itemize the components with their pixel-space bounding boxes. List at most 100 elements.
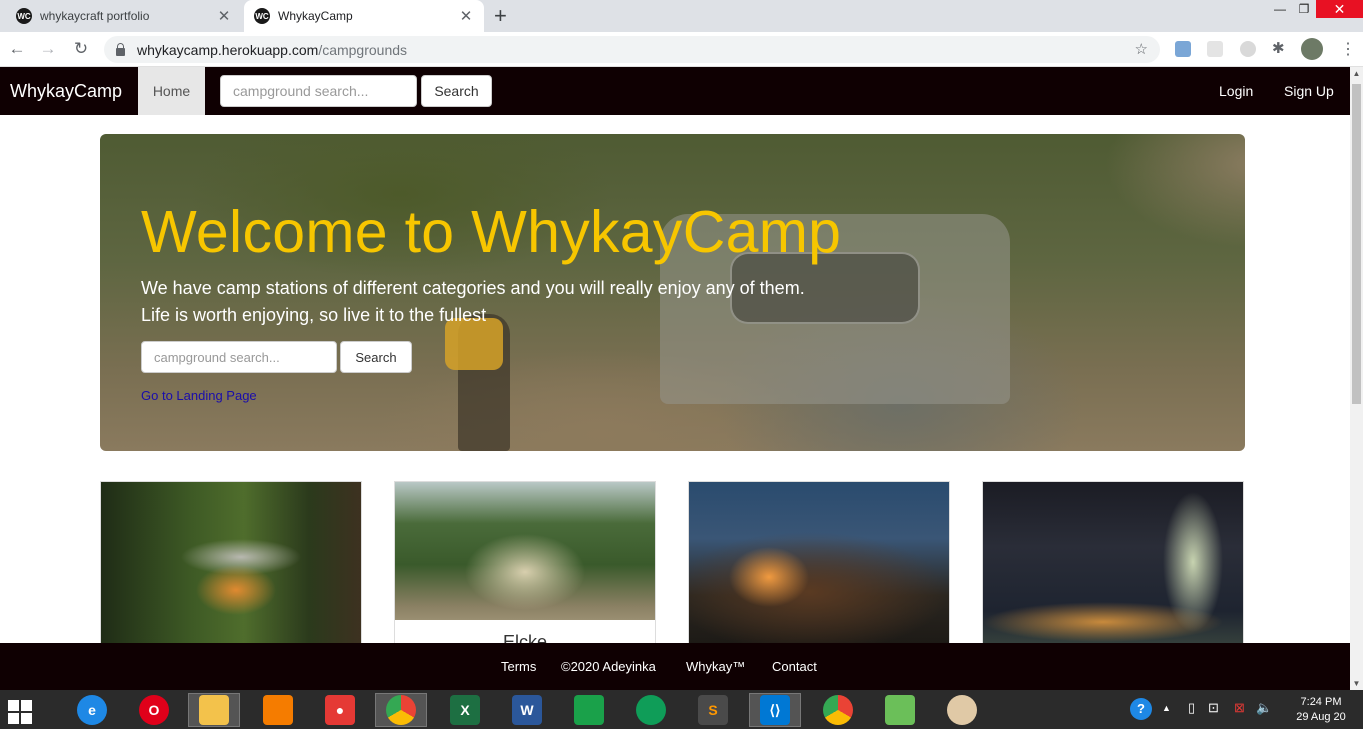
- tab-close-icon[interactable]: ✕: [458, 7, 474, 25]
- browser-tab-portfolio[interactable]: WC whykaycraft portfolio ✕: [6, 0, 242, 32]
- tab-favicon-icon: WC: [16, 8, 32, 24]
- footer-contact-link[interactable]: Contact: [772, 659, 817, 674]
- scroll-up-icon[interactable]: ▲: [1350, 67, 1363, 80]
- browser-menu-icon[interactable]: ⋮: [1340, 39, 1356, 58]
- campground-card[interactable]: [100, 481, 362, 651]
- forward-arrow-icon[interactable]: →: [37, 38, 59, 60]
- window-close-button[interactable]: ✕: [1316, 0, 1363, 18]
- folder-icon: [199, 695, 229, 725]
- campground-image[interactable]: [983, 482, 1243, 644]
- taskbar-app-excel[interactable]: X: [439, 693, 491, 727]
- windows-start-icon[interactable]: [8, 700, 32, 724]
- address-bar[interactable]: whykaycamp.herokuapp.com/campgrounds ☆: [104, 36, 1160, 63]
- taskbar-app-store[interactable]: [563, 693, 615, 727]
- campground-image[interactable]: [689, 482, 949, 644]
- store-icon: [574, 695, 604, 725]
- no-connection-icon[interactable]: ⊠: [1234, 700, 1245, 716]
- window-maximize-button[interactable]: ❐: [1292, 0, 1316, 18]
- extension-icon[interactable]: [1207, 41, 1223, 57]
- landing-page-link[interactable]: Go to Landing Page: [141, 388, 257, 403]
- taskbar-app-excel-viewer[interactable]: [874, 693, 926, 727]
- hero-search-input[interactable]: [141, 341, 337, 373]
- sublime-icon: S: [698, 695, 728, 725]
- puzzle-extensions-icon[interactable]: ✱: [1272, 39, 1288, 57]
- taskbar-app-paint[interactable]: [936, 693, 988, 727]
- chrome-dev-icon: [823, 695, 853, 725]
- tab-title: WhykayCamp: [278, 9, 353, 23]
- url-path: /campgrounds: [318, 41, 408, 58]
- bookmark-star-icon[interactable]: ☆: [1135, 40, 1148, 58]
- tray-expand-icon[interactable]: ▲: [1162, 703, 1171, 713]
- nav-login-link[interactable]: Login: [1219, 83, 1253, 99]
- campground-image[interactable]: [395, 482, 655, 620]
- network-icon[interactable]: ⊡: [1208, 700, 1219, 716]
- campground-image[interactable]: [101, 482, 361, 644]
- reload-icon[interactable]: ↻: [70, 38, 92, 60]
- excel-icon: X: [450, 695, 480, 725]
- window-minimize-button[interactable]: —: [1268, 0, 1292, 18]
- taskbar-clock[interactable]: 7:24 PM 29 Aug 20: [1286, 695, 1356, 725]
- tab-close-icon[interactable]: ✕: [216, 7, 232, 25]
- taskbar-app-internet-explorer[interactable]: e: [66, 693, 118, 727]
- hero-lead-line: We have camp stations of different categ…: [141, 278, 805, 298]
- hero-title: Welcome to WhykayCamp: [141, 199, 842, 265]
- url-host: whykaycamp.herokuapp.com: [137, 41, 319, 58]
- campground-card[interactable]: [688, 481, 950, 651]
- navbar-search-input[interactable]: [220, 75, 417, 107]
- taskbar-app-chrome[interactable]: [375, 693, 427, 727]
- footer-terms-link[interactable]: Terms: [501, 659, 536, 674]
- taskbar-app-opera[interactable]: O: [128, 693, 180, 727]
- windows-taskbar: e O ● X W S ⟨⟩ ? ▲ ▯ ⊡ ⊠ 🔈 7:24 PM 29 Au…: [0, 690, 1363, 729]
- icd-icon: [636, 695, 666, 725]
- footer-copyright: ©2020 Adeyinka: [561, 659, 656, 674]
- taskbar-app-chrome-dev[interactable]: [812, 693, 864, 727]
- clock-time: 7:24 PM: [1300, 696, 1342, 708]
- chrome-icon: [386, 695, 416, 725]
- browser-tab-whykaycamp[interactable]: WC WhykayCamp ✕: [244, 0, 484, 32]
- hero-lead: We have camp stations of different categ…: [141, 275, 805, 329]
- battery-icon[interactable]: ▯: [1188, 700, 1195, 716]
- scrollbar-thumb[interactable]: [1352, 84, 1361, 404]
- help-icon[interactable]: ?: [1130, 698, 1152, 720]
- clock-date: 29 Aug 20: [1296, 711, 1346, 723]
- uc-browser-icon: [263, 695, 293, 725]
- navbar-search-button[interactable]: Search: [421, 75, 492, 107]
- opera-icon: O: [139, 695, 169, 725]
- browser-toolbar: ← → ↻ whykaycamp.herokuapp.com/campgroun…: [0, 32, 1363, 67]
- site-navbar: WhykayCamp Home Search Login Sign Up: [0, 67, 1350, 115]
- vscode-icon: ⟨⟩: [760, 695, 790, 725]
- extension-icon[interactable]: [1175, 41, 1191, 57]
- nav-signup-link[interactable]: Sign Up: [1284, 83, 1334, 99]
- hero-jumbotron: Welcome to WhykayCamp We have camp stati…: [100, 134, 1245, 451]
- page-scrollbar[interactable]: ▲ ▼: [1350, 67, 1363, 690]
- footer-trademark: Whykay™: [686, 659, 746, 674]
- tab-favicon-icon: WC: [254, 8, 270, 24]
- site-footer: Terms ©2020 Adeyinka Whykay™ Contact: [0, 643, 1350, 690]
- taskbar-app-word[interactable]: W: [501, 693, 553, 727]
- paint-palette-icon: [947, 695, 977, 725]
- extension-icon[interactable]: [1240, 41, 1256, 57]
- spreadsheet-icon: [885, 695, 915, 725]
- internet-explorer-icon: e: [77, 695, 107, 725]
- browser-tabstrip: WC whykaycraft portfolio ✕ WC WhykayCamp…: [0, 0, 1363, 32]
- volume-icon[interactable]: 🔈: [1256, 700, 1272, 716]
- word-icon: W: [512, 695, 542, 725]
- profile-avatar[interactable]: [1301, 38, 1323, 60]
- scroll-down-icon[interactable]: ▼: [1350, 677, 1363, 690]
- campground-card[interactable]: Elcke: [394, 481, 656, 651]
- new-tab-button[interactable]: +: [494, 4, 507, 28]
- hero-search-button[interactable]: Search: [340, 341, 412, 373]
- hero-lead-line: Life is worth enjoying, so live it to th…: [141, 305, 487, 325]
- nav-home-link[interactable]: Home: [138, 67, 205, 115]
- taskbar-app-icd[interactable]: [625, 693, 677, 727]
- tab-title: whykaycraft portfolio: [40, 9, 150, 23]
- recorder-icon: ●: [325, 695, 355, 725]
- taskbar-app-sublime[interactable]: S: [687, 693, 739, 727]
- campground-card[interactable]: [982, 481, 1244, 651]
- taskbar-app-recorder[interactable]: ●: [314, 693, 366, 727]
- taskbar-app-file-explorer[interactable]: [188, 693, 240, 727]
- taskbar-app-vscode[interactable]: ⟨⟩: [749, 693, 801, 727]
- taskbar-app-uc-browser[interactable]: [252, 693, 304, 727]
- navbar-brand[interactable]: WhykayCamp: [10, 81, 122, 102]
- back-arrow-icon[interactable]: ←: [6, 38, 28, 60]
